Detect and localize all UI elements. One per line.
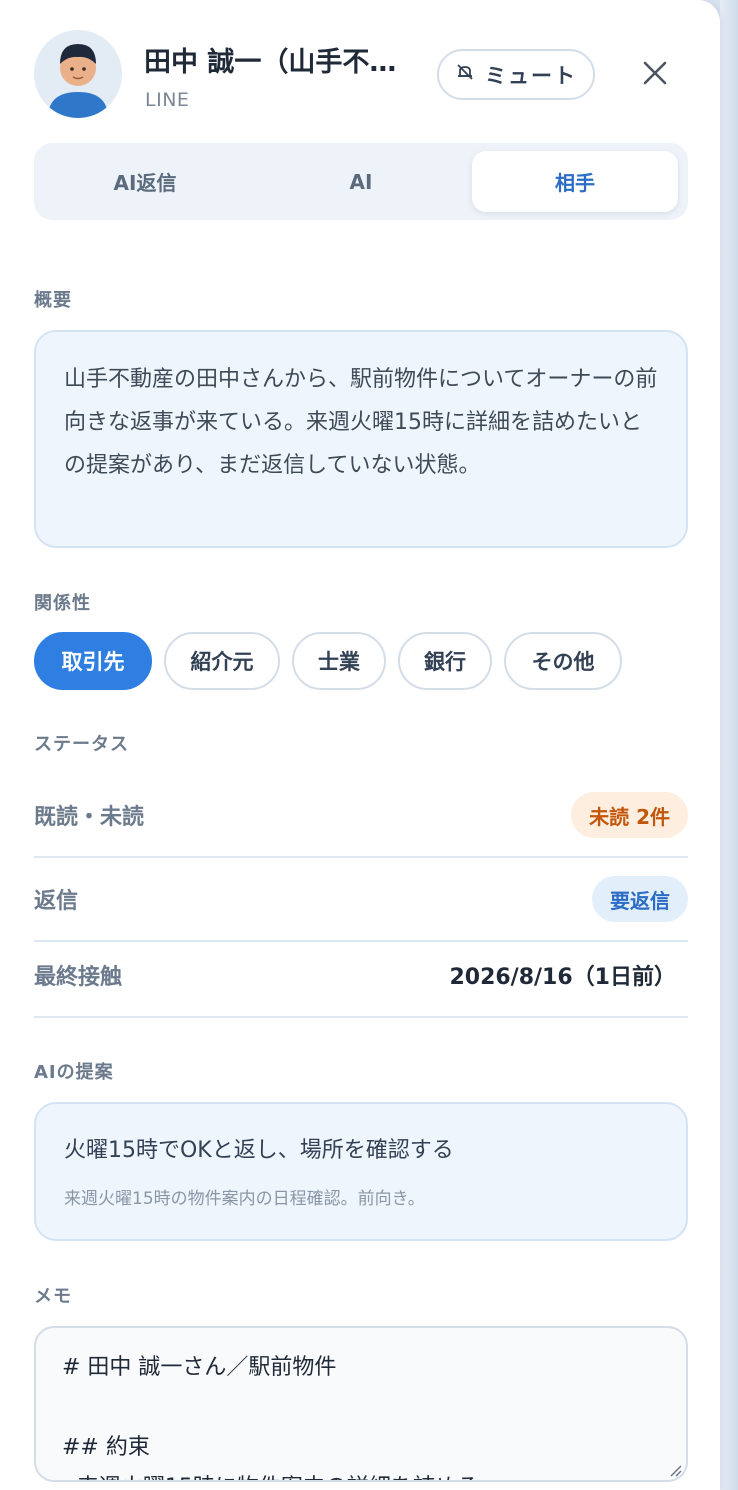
ai-suggestion-sub: 来週火曜15時の物件案内の日程確認。前向き。	[64, 1189, 425, 1209]
tab-ai[interactable]: AI	[258, 151, 464, 212]
avatar	[34, 30, 122, 118]
mute-label: ミュート	[485, 63, 577, 88]
ai-suggestion-heading: AIの提案	[34, 1062, 114, 1083]
reply-needed-badge: 要返信	[592, 876, 688, 922]
reply-status-label: 返信	[34, 889, 79, 914]
resize-grip-icon[interactable]	[668, 1462, 682, 1477]
summary-box: 山手不動産の田中さんから、駅前物件についてオーナーの前向きな返事が来ている。来週…	[34, 330, 688, 548]
close-button[interactable]	[634, 54, 676, 96]
contact-name: 田中 誠一（山手不動産）	[144, 47, 414, 78]
status-row-last-contact: 最終接触 2026/8/16（1日前）	[34, 934, 688, 1018]
contact-detail-panel: 田中 誠一（山手不動産） LINE ミュート AI返信 AI 相手 概要 山手不…	[0, 0, 720, 1490]
chip-bank[interactable]: 銀行	[398, 632, 492, 690]
status-row-reply: 返信 要返信	[34, 858, 688, 942]
chip-referrer[interactable]: 紹介元	[164, 632, 280, 690]
chip-other[interactable]: その他	[504, 632, 622, 690]
background-strip	[720, 0, 738, 1490]
summary-text: 山手不動産の田中さんから、駅前物件についてオーナーの前向きな返事が来ている。来週…	[64, 367, 658, 478]
unread-badge: 未読 2件	[571, 792, 688, 838]
ai-suggestion-card[interactable]: 火曜15時でOKと返し、場所を確認する 来週火曜15時の物件案内の日程確認。前向…	[34, 1102, 688, 1241]
mute-button[interactable]: ミュート	[437, 49, 595, 100]
last-contact-value: 2026/8/16（1日前）	[449, 965, 676, 990]
close-icon	[642, 60, 668, 90]
memo-text: # 田中 誠一さん／駅前物件 ## 約束 - 来週火曜15時に物件案内の詳細を詰…	[62, 1355, 479, 1480]
ai-suggestion-main: 火曜15時でOKと返し、場所を確認する	[64, 1138, 454, 1163]
bell-off-icon	[455, 62, 475, 87]
status-row-read: 既読・未読 未読 2件	[34, 774, 688, 858]
status-heading: ステータス	[34, 734, 129, 755]
memo-heading: メモ	[34, 1286, 72, 1307]
chip-professional[interactable]: 士業	[292, 632, 386, 690]
tab-bar: AI返信 AI 相手	[34, 143, 688, 220]
last-contact-label: 最終接触	[34, 965, 123, 990]
summary-heading: 概要	[34, 290, 72, 311]
chip-client[interactable]: 取引先	[34, 632, 152, 690]
channel-label: LINE	[145, 89, 190, 111]
relation-heading: 関係性	[34, 593, 91, 614]
memo-textarea[interactable]: # 田中 誠一さん／駅前物件 ## 約束 - 来週火曜15時に物件案内の詳細を詰…	[34, 1326, 688, 1482]
tab-ai-reply[interactable]: AI返信	[42, 151, 248, 212]
tab-contact[interactable]: 相手	[472, 151, 678, 212]
read-status-label: 既読・未読	[34, 805, 145, 830]
